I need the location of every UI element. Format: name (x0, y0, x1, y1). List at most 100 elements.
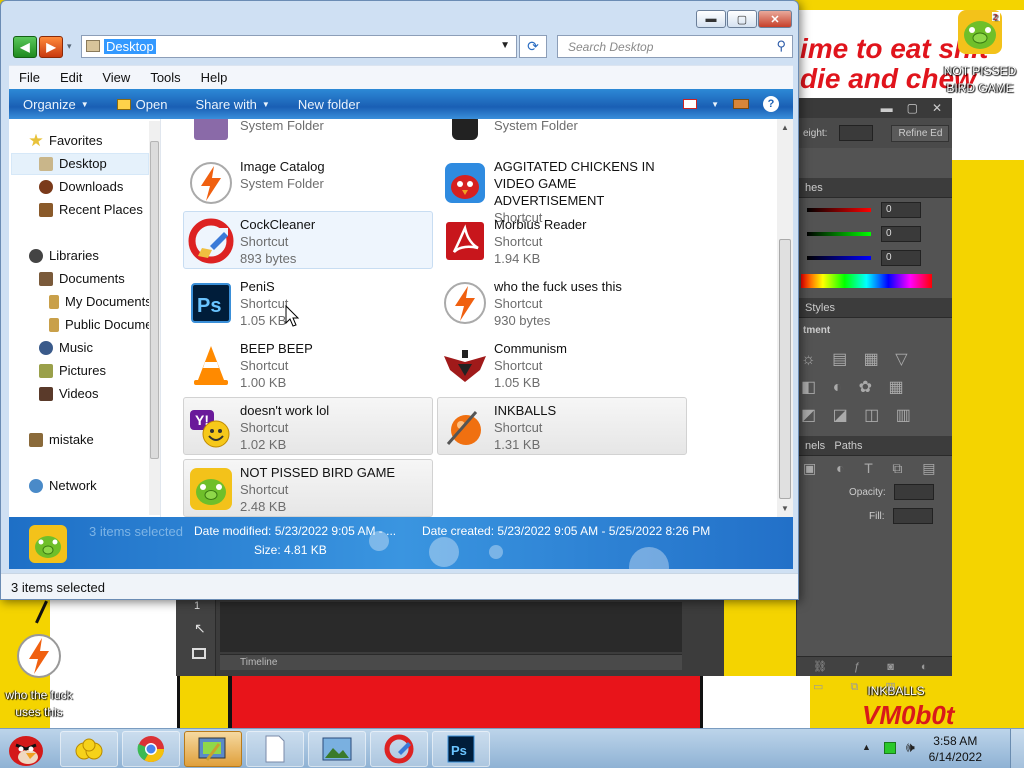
scroll-down-icon[interactable]: ▼ (781, 504, 789, 513)
desktop-icon-who-uses-this[interactable]: who the fuck uses this (0, 632, 84, 721)
taskbar-chrome[interactable] (122, 731, 180, 767)
scrollbar-thumb[interactable] (779, 239, 791, 499)
paths-tab[interactable]: Paths (834, 440, 862, 452)
nav-my-documents[interactable]: My Documents (49, 294, 152, 309)
refresh-button[interactable]: ⟳ (519, 35, 547, 58)
layers-footer-icons[interactable]: ⛓ ƒ ◙ ◐ ▭ ⧉ ▥ (797, 656, 952, 693)
nav-favorites[interactable]: Favorites (29, 133, 102, 148)
background-red-area (230, 675, 710, 730)
open-button[interactable]: Open (103, 97, 182, 112)
close-icon[interactable]: ✕ (932, 98, 942, 118)
menu-view[interactable]: View (92, 70, 140, 85)
list-item-beep-beep[interactable]: BEEP BEEP Shortcut 1.00 KB (183, 335, 433, 393)
nav-network[interactable]: Network (29, 478, 97, 493)
search-box[interactable]: Search Desktop ⚲ (557, 35, 793, 58)
forward-button[interactable]: ▶ (39, 36, 63, 58)
recent-pages-icon[interactable]: ▾ (67, 41, 72, 52)
color-slider-red[interactable]: 0 (797, 198, 952, 222)
list-item-not-pissed-bird-game[interactable]: NOT PISSED BIRD GAME Shortcut 2.48 KB (183, 459, 433, 517)
list-item-communism[interactable]: Communism Shortcut 1.05 KB (437, 335, 687, 393)
tray-app-icon[interactable] (884, 742, 896, 754)
nav-mistake[interactable]: mistake (29, 432, 94, 447)
nav-downloads[interactable]: Downloads (39, 179, 123, 194)
swatches-tab[interactable]: hes (797, 178, 952, 198)
nav-libraries[interactable]: Libraries (29, 248, 99, 263)
chevron-down-icon[interactable]: ▼ (711, 100, 719, 109)
taskbar-desktop-shortcut[interactable] (184, 731, 242, 767)
marquee-tool-icon[interactable] (192, 648, 206, 659)
nav-pictures[interactable]: Pictures (39, 363, 106, 378)
nav-videos[interactable]: Videos (39, 386, 99, 401)
show-hidden-icons[interactable]: ▲ (862, 742, 871, 752)
color-spectrum-ramp[interactable] (801, 274, 932, 288)
scroll-up-icon[interactable]: ▲ (781, 123, 789, 132)
close-button[interactable]: ✕ (758, 10, 792, 28)
back-button[interactable]: ◀ (13, 36, 37, 58)
search-icon[interactable]: ⚲ (776, 38, 786, 54)
layer-filter-icons[interactable]: ▣ ◐ T ⧉ ▤ (797, 456, 952, 480)
lightning-icon (17, 634, 61, 678)
desktop-icon-not-pissed-bird-game[interactable]: 2 NOT PISSED BIRD GAME (935, 8, 1024, 97)
taskbar-document[interactable] (246, 731, 304, 767)
list-item-penis[interactable]: Ps PeniS Shortcut 1.05 KB (183, 273, 433, 331)
volume-icon[interactable]: 🕪 (906, 739, 915, 756)
taskbar-photoshop[interactable]: Ps (432, 731, 490, 767)
help-icon[interactable]: ? (763, 96, 779, 112)
list-item[interactable]: System Folder (437, 119, 687, 153)
preview-pane-icon[interactable] (733, 99, 749, 109)
list-item-who-uses-this[interactable]: who the fuck uses this Shortcut 930 bytes (437, 273, 687, 331)
nav-desktop[interactable]: Desktop (39, 156, 107, 171)
new-folder-button[interactable]: New folder (284, 97, 374, 112)
taskbar-yellow-birds[interactable] (60, 731, 118, 767)
list-item-image-catalog[interactable]: Image Catalog System Folder (183, 153, 433, 211)
opacity-field[interactable] (893, 484, 934, 500)
list-item-doesnt-work[interactable]: Y! doesn't work lol Shortcut 1.02 KB (183, 397, 433, 455)
show-desktop-button[interactable] (1010, 729, 1024, 768)
photoshop-timeline-bar[interactable]: Timeline (220, 654, 682, 670)
view-options-icon[interactable] (683, 99, 698, 109)
svg-text:2: 2 (994, 13, 999, 22)
nav-music[interactable]: Music (39, 340, 93, 355)
menu-file[interactable]: File (9, 70, 50, 85)
downloads-icon (39, 179, 53, 194)
angry-birds-start-icon[interactable] (4, 729, 48, 768)
refine-edge-button[interactable]: Refine Ed (891, 124, 950, 142)
minimize-button[interactable]: ▬ (696, 10, 726, 28)
system-clock[interactable]: 3:58 AM 6/14/2022 (929, 733, 982, 765)
menu-help[interactable]: Help (191, 70, 238, 85)
list-item-morbius-reader[interactable]: Morbius Reader Shortcut 1.94 KB (437, 211, 687, 269)
minimize-icon[interactable]: ▬ (881, 98, 893, 118)
folder-icon (49, 317, 59, 332)
address-text[interactable]: Desktop (104, 39, 156, 54)
styles-tab[interactable]: Styles (797, 298, 952, 318)
address-dropdown-icon[interactable]: ▼ (500, 40, 510, 51)
list-item-cockcleaner[interactable]: CockCleaner Shortcut 893 bytes (183, 211, 433, 269)
menu-edit[interactable]: Edit (50, 70, 92, 85)
taskbar-ccleaner[interactable] (370, 731, 428, 767)
adjustment-icons[interactable]: ☼ ▤ ▦ ▽ ◧ ◐ ✿ ▦ ◩ ◪ ◫ ▥ (797, 342, 952, 432)
organize-button[interactable]: Organize ▼ (9, 97, 103, 112)
maximize-icon[interactable]: ▢ (907, 98, 918, 118)
file-list-scrollbar[interactable]: ▲ ▼ (777, 119, 793, 517)
channels-tab[interactable]: nels (805, 440, 825, 452)
nav-public-documents[interactable]: Public Documents (49, 317, 160, 332)
nav-recent-places[interactable]: Recent Places (39, 202, 143, 217)
move-tool-icon[interactable]: ↖ (194, 620, 206, 637)
share-with-button[interactable]: Share with ▼ (181, 97, 283, 112)
list-item[interactable]: System Folder (183, 119, 433, 153)
color-slider-green[interactable]: 0 (797, 222, 952, 246)
nav-documents[interactable]: Documents (39, 271, 125, 286)
music-icon (39, 340, 53, 355)
list-item-aggitated-chickens[interactable]: AGGITATED CHICKENS IN VIDEO GAME ADVERTI… (437, 153, 687, 225)
maximize-button[interactable]: ▢ (727, 10, 757, 28)
taskbar-image-viewer[interactable] (308, 731, 366, 767)
list-item-inkballs[interactable]: INKBALLS Shortcut 1.31 KB (437, 397, 687, 455)
nav-scrollbar[interactable] (149, 121, 160, 515)
file-list: System Folder System Folder Image Catalo… (167, 119, 781, 517)
address-bar[interactable]: Desktop ▼ (81, 35, 517, 58)
height-field[interactable] (839, 125, 874, 141)
color-slider-blue[interactable]: 0 (797, 246, 952, 270)
scrollbar-thumb[interactable] (150, 141, 159, 459)
fill-field[interactable] (892, 508, 933, 524)
menu-tools[interactable]: Tools (140, 70, 190, 85)
